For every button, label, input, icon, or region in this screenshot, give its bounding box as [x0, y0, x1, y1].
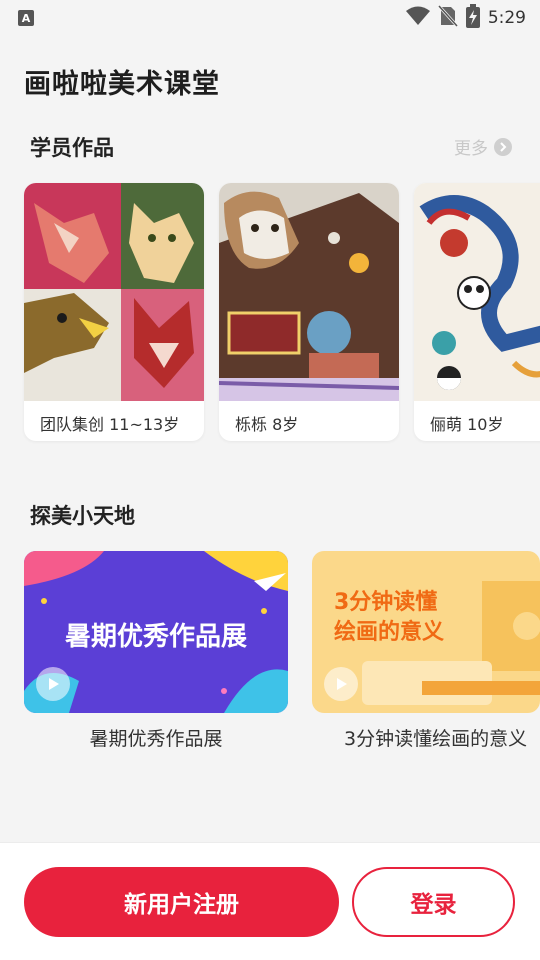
artwork-image-cat-drawing — [219, 183, 399, 401]
banner-line-2: 绘画的意义 — [334, 619, 444, 645]
clock: 5:29 — [487, 8, 526, 28]
artwork-card-2[interactable]: 栎栎 8岁 — [219, 183, 399, 441]
explore-card-summer-exhibition[interactable]: 暑期优秀作品展 — [24, 551, 288, 713]
app-title: 画啦啦美术课堂 — [24, 69, 220, 100]
banner-line-1: 3分钟读懂 — [334, 589, 437, 615]
chevron-right-icon — [494, 137, 512, 156]
explore-card-meaning-of-painting[interactable]: 3分钟读懂 绘画的意义 — [312, 551, 540, 713]
banner-title: 暑期优秀作品展 — [65, 622, 247, 652]
play-icon[interactable] — [36, 667, 70, 701]
play-icon[interactable] — [324, 667, 358, 701]
login-button[interactable]: 登录 — [352, 867, 515, 937]
student-works-title: 学员作品 — [30, 136, 114, 160]
artwork-caption: 团队集创 11~13岁 — [40, 415, 180, 434]
more-label: 更多 — [454, 139, 488, 159]
notification-a-icon: A — [18, 10, 34, 26]
explore-caption-1: 暑期优秀作品展 — [89, 728, 223, 750]
bottom-action-bar: 新用户注册 登录 — [0, 842, 540, 960]
artwork-caption: 栎栎 8岁 — [235, 415, 299, 434]
artwork-image-animals — [24, 183, 204, 401]
artwork-image-dragon — [414, 183, 540, 401]
status-right: 5:29 — [405, 4, 526, 32]
wifi-icon — [405, 6, 430, 30]
battery-charging-icon — [465, 4, 480, 32]
more-link[interactable]: 更多 — [454, 134, 512, 159]
explore-caption-2: 3分钟读懂绘画的意义 — [344, 728, 528, 750]
status-left: A — [18, 10, 34, 26]
artwork-caption: 俪萌 10岁 — [430, 415, 504, 434]
register-button[interactable]: 新用户注册 — [24, 867, 339, 937]
artwork-card-1[interactable]: 团队集创 11~13岁 — [24, 183, 204, 441]
artwork-card-3[interactable]: 俪萌 10岁 — [414, 183, 540, 441]
no-sim-icon — [437, 4, 458, 31]
status-bar: A 5:29 — [0, 0, 540, 36]
explore-title: 探美小天地 — [30, 504, 135, 528]
